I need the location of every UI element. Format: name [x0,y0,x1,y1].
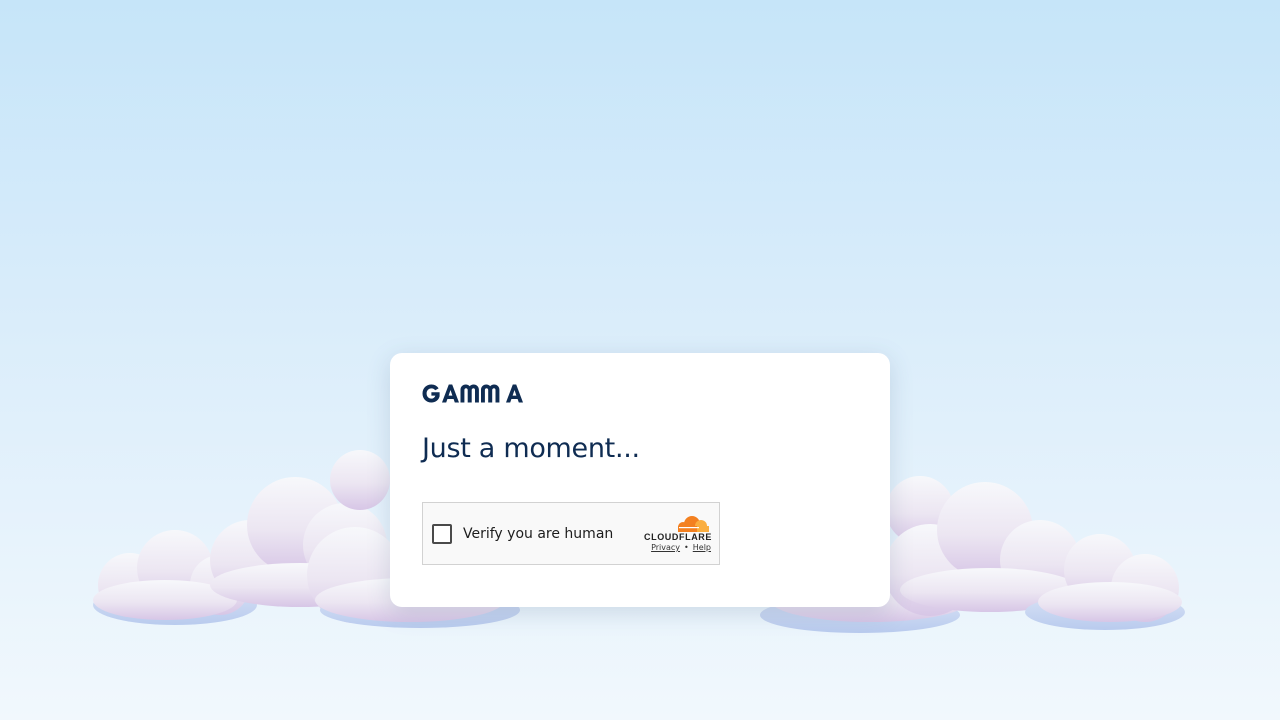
challenge-card: Just a moment... Verify you are human CL… [390,353,890,607]
cloudflare-wordmark: CLOUDFLARE [644,532,712,542]
link-separator: • [684,543,689,552]
verify-checkbox[interactable] [432,524,452,544]
cloudflare-cloud-icon [678,516,709,532]
privacy-link[interactable]: Privacy [651,543,680,552]
cloudflare-links: Privacy • Help [651,543,711,552]
turnstile-widget: Verify you are human CLOUDFLARE Privacy •… [422,502,720,565]
verify-label[interactable]: Verify you are human [463,526,613,542]
help-link[interactable]: Help [693,543,711,552]
page-title: Just a moment... [422,433,640,464]
gamma-logo [422,384,524,403]
